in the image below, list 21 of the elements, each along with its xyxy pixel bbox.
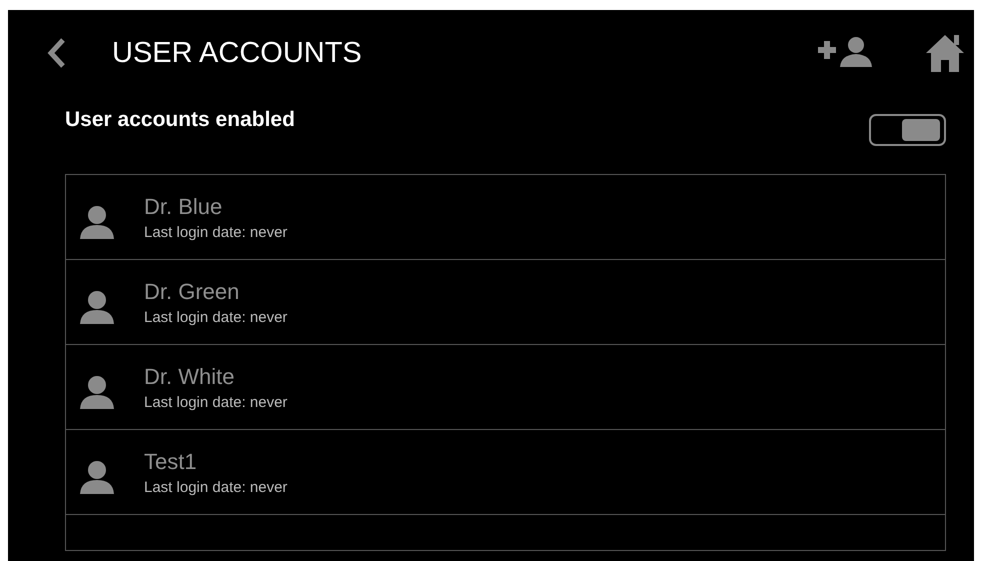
user-row[interactable]: Dr. Blue Last login date: never (66, 175, 945, 260)
person-icon (79, 459, 115, 495)
home-icon[interactable] (924, 32, 966, 74)
last-login-text: Last login date: never (144, 308, 288, 326)
user-name: Test1 (144, 448, 198, 474)
user-name: Dr. Blue (144, 194, 224, 220)
last-login-text: Last login date: never (144, 478, 288, 496)
user-name: Dr. Green (144, 278, 240, 304)
page-title: USER ACCOUNTS (112, 36, 362, 70)
user-row[interactable]: Dr. Green Last login date: never (66, 260, 945, 345)
person-icon (79, 374, 115, 410)
back-icon[interactable] (46, 37, 66, 69)
person-icon (79, 289, 115, 325)
user-name: Dr. White (144, 364, 236, 390)
last-login-text: Last login date: never (144, 224, 288, 240)
setting-label: User accounts enabled (65, 108, 295, 132)
user-row[interactable]: Dr. White Last login date: never (66, 345, 945, 430)
toggle-switch[interactable] (869, 114, 946, 146)
user-row[interactable]: Test1 Last login date: never (66, 430, 945, 515)
person-icon (79, 204, 115, 240)
last-login-text: Last login date: never (144, 394, 288, 410)
